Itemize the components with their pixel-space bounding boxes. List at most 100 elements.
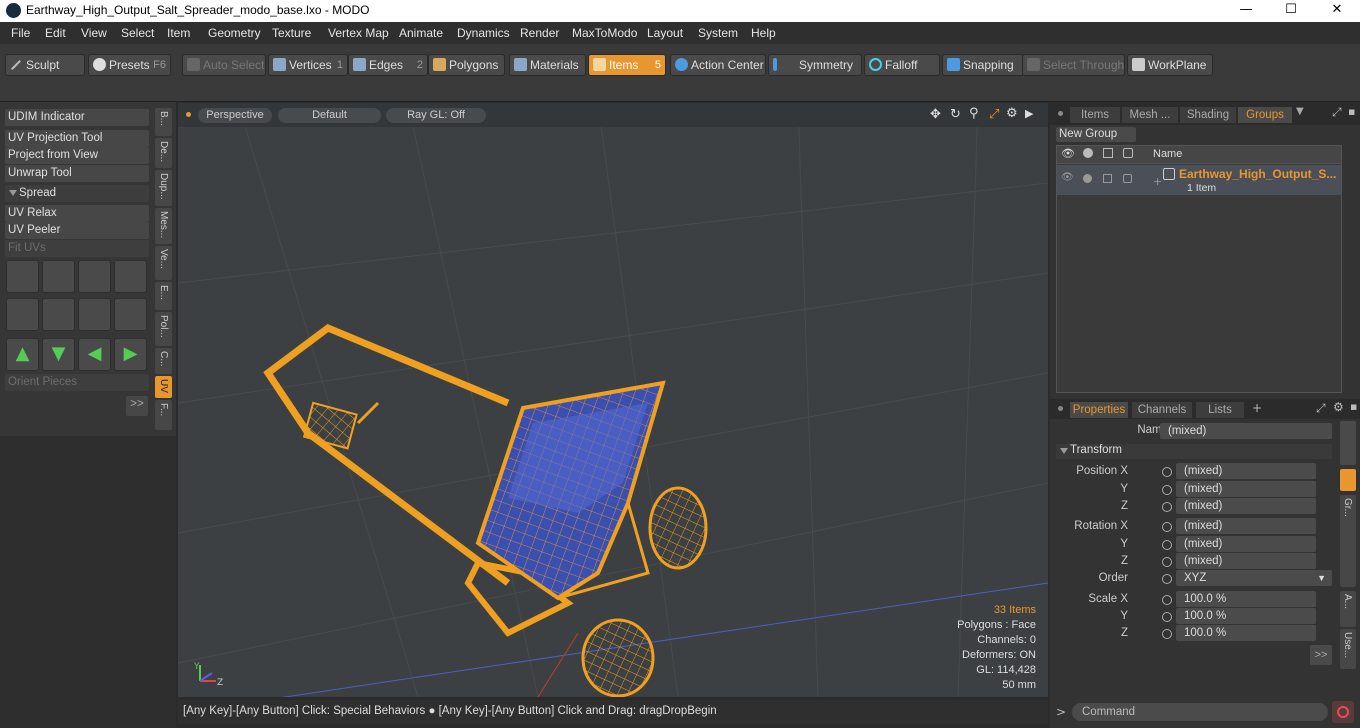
expand-plus-icon[interactable]: + <box>1153 175 1162 188</box>
symmetry-button[interactable]: Symmetry <box>768 54 862 76</box>
project-from-view-button[interactable]: Project from View <box>5 147 149 164</box>
viewport-settings-icon[interactable]: ⚙ <box>1006 106 1018 121</box>
rotation-z-keyframe-icon[interactable] <box>1162 557 1172 567</box>
arrow-up-icon[interactable]: ▲ <box>6 338 39 371</box>
perspective-dropdown[interactable]: Perspective <box>198 108 272 123</box>
unwrap-tool-button[interactable]: Unwrap Tool <box>5 165 149 182</box>
tab-channels[interactable]: Channels <box>1132 402 1192 418</box>
new-group-button[interactable]: New Group <box>1056 127 1136 142</box>
select-through-button[interactable]: Select Through <box>1022 54 1125 76</box>
group-name[interactable]: Earthway_High_Output_S... <box>1179 167 1336 181</box>
menu-select[interactable]: Select <box>121 26 154 40</box>
properties-menu-dot-icon[interactable] <box>1058 406 1063 411</box>
record-macro-button[interactable] <box>1332 701 1354 723</box>
snapping-button[interactable]: Snapping <box>942 54 1024 76</box>
order-dropdown[interactable]: XYZ ▼ <box>1176 570 1332 586</box>
panel-expand-icon[interactable]: ⤢ <box>1332 105 1342 120</box>
menu-maxtomodo[interactable]: MaxToModo <box>572 26 637 40</box>
presets-button[interactable]: Presets F6 <box>88 54 171 76</box>
properties-expand-icon[interactable]: ⤢ <box>1316 401 1326 416</box>
rotate-view-icon[interactable]: ↻ <box>950 107 961 122</box>
arrow-left-icon[interactable]: ◀ <box>78 338 111 371</box>
sculpt-button[interactable]: Sculpt <box>5 54 85 76</box>
raygl-toggle[interactable]: Ray GL: Off <box>386 108 486 123</box>
vtab-duplicate[interactable]: Dup... <box>155 170 172 206</box>
vtab-edge[interactable]: E... <box>155 282 172 310</box>
properties-more-button[interactable]: >> <box>1310 645 1332 665</box>
uv-plane-icon[interactable] <box>42 298 75 331</box>
uv-relax-button[interactable]: UV Relax <box>5 205 149 222</box>
position-y-field[interactable]: (mixed) <box>1176 481 1316 497</box>
tab-dropdown-icon[interactable]: ▼ <box>1296 106 1304 117</box>
vtab-deform[interactable]: De... <box>155 138 172 168</box>
shading-default-dropdown[interactable]: Default <box>278 108 381 123</box>
fit-view-icon[interactable]: ⤢ <box>989 107 999 122</box>
scale-x-keyframe-icon[interactable] <box>1162 595 1172 605</box>
groups-list[interactable]: 👁 Name 👁 + Earthway_High_Output_S... 1 I… <box>1056 145 1342 393</box>
rotation-x-keyframe-icon[interactable] <box>1162 522 1172 532</box>
uv-grid-icon[interactable] <box>114 298 147 331</box>
name-field[interactable]: (mixed) <box>1160 423 1332 439</box>
scale-y-field[interactable]: 100.0 % <box>1176 608 1316 624</box>
uv-cylinder-icon[interactable] <box>42 260 75 293</box>
tab-mesh[interactable]: Mesh ... <box>1122 107 1178 123</box>
side-tab-groups[interactable]: Gr... <box>1340 495 1356 587</box>
lock-icon[interactable] <box>1103 148 1113 158</box>
row-eye-icon[interactable]: 👁 <box>1061 172 1074 183</box>
row-lock-icon[interactable] <box>1103 174 1112 183</box>
vtab-fusion[interactable]: F... <box>155 400 172 430</box>
vtab-curve[interactable]: C... <box>155 348 172 374</box>
menu-dynamics[interactable]: Dynamics <box>457 26 510 40</box>
auto-select-button[interactable]: Auto Select <box>182 54 266 76</box>
vtab-uv[interactable]: UV <box>155 376 172 398</box>
order-keyframe-icon[interactable] <box>1162 574 1172 584</box>
panel-menu-dot-icon[interactable] <box>1058 111 1063 116</box>
zoom-view-icon[interactable]: ⚲ <box>969 106 979 121</box>
properties-settings-icon[interactable]: ⚙ <box>1333 400 1344 414</box>
row-render-icon[interactable] <box>1083 174 1092 183</box>
side-tab-active[interactable] <box>1340 469 1356 491</box>
scale-x-field[interactable]: 100.0 % <box>1176 591 1316 607</box>
tab-shading[interactable]: Shading <box>1180 107 1236 123</box>
maximize-button[interactable]: ☐ <box>1268 0 1314 22</box>
visibility-eye-icon[interactable]: 👁 <box>1061 147 1075 160</box>
menu-texture[interactable]: Texture <box>272 26 311 40</box>
position-x-keyframe-icon[interactable] <box>1162 467 1172 477</box>
menu-render[interactable]: Render <box>520 26 559 40</box>
menu-view[interactable]: View <box>81 26 107 40</box>
tab-properties[interactable]: Properties <box>1070 402 1128 418</box>
3d-viewport[interactable]: Y Z Perspective Default Ray GL: Off ✥ ↻ … <box>178 103 1048 697</box>
uv-projection-tool-button[interactable]: UV Projection Tool <box>5 130 149 147</box>
tab-items[interactable]: Items <box>1070 107 1120 123</box>
uv-peeler-button[interactable]: UV Peeler <box>5 222 149 239</box>
menu-file[interactable]: File <box>11 26 30 40</box>
udim-indicator-button[interactable]: UDIM Indicator <box>5 109 149 126</box>
position-x-field[interactable]: (mixed) <box>1176 463 1316 479</box>
edges-button[interactable]: Edges 2 <box>348 54 428 76</box>
transform-collapse-icon[interactable] <box>1060 448 1068 454</box>
menu-animate[interactable]: Animate <box>399 26 443 40</box>
command-input[interactable]: Command <box>1072 703 1328 721</box>
uv-axes-icon[interactable] <box>78 260 111 293</box>
fit-uvs-button[interactable]: Fit UVs <box>5 240 149 257</box>
scale-y-keyframe-icon[interactable] <box>1162 612 1172 622</box>
menu-help[interactable]: Help <box>751 26 776 40</box>
rotation-y-keyframe-icon[interactable] <box>1162 540 1172 550</box>
more-tools-button[interactable]: >> <box>126 396 148 416</box>
rotation-z-field[interactable]: (mixed) <box>1176 553 1316 569</box>
viewport-menu-dot-icon[interactable] <box>186 112 191 117</box>
position-z-keyframe-icon[interactable] <box>1162 502 1172 512</box>
workplane-button[interactable]: WorkPlane <box>1127 54 1213 76</box>
minimize-button[interactable]: — <box>1223 0 1269 22</box>
properties-menu-icon[interactable]: ▪ <box>1350 400 1357 413</box>
viewport-scene[interactable]: Y Z <box>178 103 1048 697</box>
group-row[interactable]: 👁 + Earthway_High_Output_S... 1 Item <box>1057 165 1341 195</box>
orient-pieces-button[interactable]: Orient Pieces <box>5 374 149 391</box>
side-tab-a[interactable]: A... <box>1340 591 1356 627</box>
arrow-down-icon[interactable]: ▼ <box>42 338 75 371</box>
arrow-right-icon[interactable]: ▶ <box>114 338 147 371</box>
action-center-button[interactable]: Action Center <box>670 54 766 76</box>
rotation-y-field[interactable]: (mixed) <box>1176 536 1316 552</box>
close-button[interactable]: ✕ <box>1314 0 1360 22</box>
add-tab-button[interactable]: + <box>1252 401 1262 415</box>
